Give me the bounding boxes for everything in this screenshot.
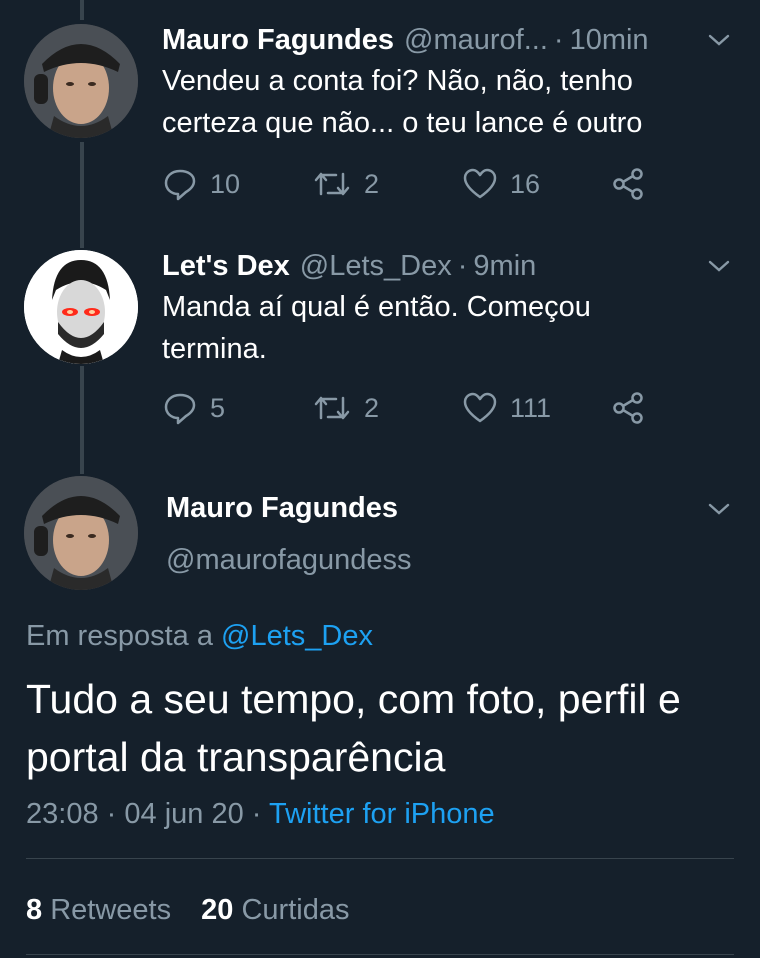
focused-tweet: Mauro Fagundes @maurofagundess Em respos… [0, 474, 760, 958]
tweet-meta: 23:08 · 04 jun 20 · Twitter for iPhone [26, 796, 495, 832]
separator-dot: · [106, 798, 117, 830]
author-name[interactable]: Mauro Fagundes [166, 490, 398, 526]
author-handle[interactable]: @maurof... [404, 22, 548, 58]
tweet-text: Tudo a seu tempo, com foto, perfil e por… [26, 676, 681, 780]
chevron-down-icon[interactable] [706, 253, 732, 279]
reply-icon [164, 393, 196, 425]
author-name[interactable]: Let's Dex [162, 248, 290, 284]
retweet-button[interactable]: 2 [312, 388, 379, 428]
like-button[interactable]: 111 [462, 388, 551, 428]
like-label: Curtidas [241, 894, 350, 926]
chevron-down-icon[interactable] [706, 27, 732, 53]
retweet-count: 2 [364, 168, 380, 199]
like-count: 111 [510, 392, 552, 423]
tweet-time[interactable]: 9min [473, 248, 536, 284]
reply-icon [164, 169, 196, 201]
separator-dot: · [251, 798, 262, 830]
avatar[interactable] [24, 250, 138, 364]
share-button[interactable] [610, 388, 658, 428]
reply-context: Em resposta a @Lets_Dex [26, 618, 373, 654]
tweet-timestamp: 23:08 [26, 798, 99, 830]
avatar-photo [24, 250, 138, 364]
tweet-actions: 10 2 16 [162, 164, 682, 204]
chevron-down-icon[interactable] [706, 496, 732, 522]
separator-dot: · [457, 250, 468, 282]
avatar[interactable] [24, 24, 138, 138]
tweet-date: 04 jun 20 [124, 798, 244, 830]
reply-prefix: Em resposta a [26, 620, 213, 652]
retweet-total: 8 [26, 894, 43, 926]
retweets-stat[interactable]: 8 Retweets [26, 894, 179, 926]
share-icon [613, 168, 643, 200]
likes-stat[interactable]: 20 Curtidas [201, 894, 349, 926]
author-handle[interactable]: @Lets_Dex [300, 248, 452, 284]
author-name[interactable]: Mauro Fagundes [162, 22, 394, 58]
tweet-text: Vendeu a conta foi? Não, não, tenho cert… [162, 65, 643, 139]
author-handle[interactable]: @maurofagundess [166, 542, 411, 578]
reply-to-link[interactable]: @Lets_Dex [221, 620, 373, 652]
separator-dot: · [553, 24, 564, 56]
avatar-photo [24, 24, 138, 138]
retweet-icon [314, 172, 350, 196]
thread-line [80, 0, 84, 20]
like-button[interactable]: 16 [462, 164, 540, 204]
divider [26, 858, 734, 859]
retweet-count: 2 [364, 392, 380, 423]
like-total: 20 [201, 894, 234, 926]
reply-button[interactable]: 5 [162, 388, 225, 428]
like-icon [463, 392, 497, 423]
tweet[interactable]: Mauro Fagundes @maurof... · 10min Vendeu… [0, 22, 760, 232]
reply-count: 10 [210, 168, 241, 199]
reply-count: 5 [210, 392, 226, 423]
retweet-icon [314, 396, 350, 420]
tweet-stats: 8 Retweets 20 Curtidas [26, 892, 349, 928]
tweet-source-link[interactable]: Twitter for iPhone [269, 798, 495, 830]
tweet-actions: 5 2 111 [162, 388, 682, 428]
like-count: 16 [510, 168, 541, 199]
share-icon [613, 392, 643, 424]
divider [26, 954, 734, 955]
reply-button[interactable]: 10 [162, 164, 240, 204]
avatar-photo [24, 476, 138, 590]
avatar[interactable] [24, 476, 138, 590]
tweet-text: Manda aí qual é então. Começou termina. [162, 291, 591, 365]
tweet-time[interactable]: 10min [570, 22, 649, 58]
share-button[interactable] [610, 164, 658, 204]
retweet-label: Retweets [50, 894, 172, 926]
retweet-button[interactable]: 2 [312, 164, 379, 204]
like-icon [463, 168, 497, 199]
tweet[interactable]: Let's Dex @Lets_Dex · 9min Manda aí qual… [0, 248, 760, 438]
